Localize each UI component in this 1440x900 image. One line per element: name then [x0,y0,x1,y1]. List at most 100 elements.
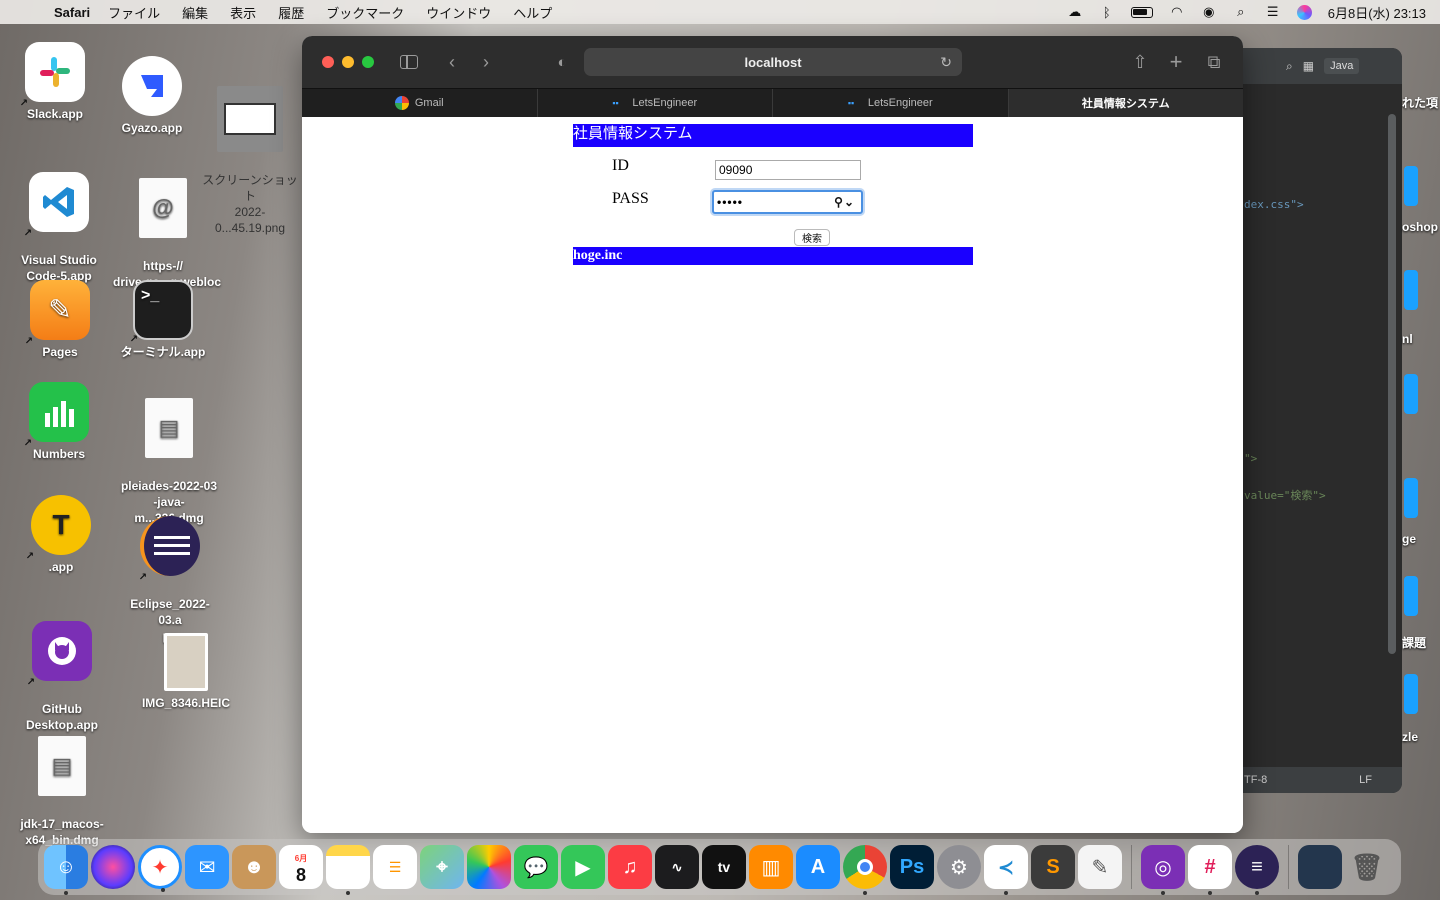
desktop-icon-screenshot[interactable]: スクリーンショット 2022-0...45.19.png [200,70,300,236]
github-desktop-icon[interactable]: ◎ [1141,845,1185,895]
tab-gmail[interactable]: Gmail [302,89,538,117]
chrome-icon[interactable] [843,845,887,895]
apple-tv-icon[interactable]: tv [702,845,746,889]
safari-toolbar: ‹ › ◐ localhost ↻ ⇧ + ⧉ [302,36,1243,88]
desktop-icon-vscode[interactable]: ↗ Visual Studio Code-5.app [9,156,109,284]
reload-icon[interactable]: ↻ [940,54,952,71]
control-center-icon[interactable]: ☰ [1265,4,1281,19]
share-button[interactable]: ⇧ [1128,50,1152,74]
sidebar-toggle-button[interactable] [397,50,421,74]
desktop-icon-numbers[interactable]: ↗ Numbers [9,382,109,462]
folder-icon[interactable] [1404,576,1418,616]
finder-icon[interactable]: ☺ [44,845,88,895]
desktop-icon-pages[interactable]: ✎ ↗ Pages [10,280,110,360]
textedit-icon[interactable]: ✎ [1078,845,1122,889]
editor-status-bar: TF-8 LF [1236,767,1402,793]
folder-icon[interactable] [1404,478,1418,518]
letsengineer-icon: ▪▪ [847,98,855,108]
desktop-icon-jdk-dmg[interactable]: ▤ jdk-17_macos- x64_bin.dmg [12,720,112,848]
sublime-text-icon[interactable]: S [1031,845,1075,889]
creative-cloud-icon[interactable]: ☁ [1067,4,1083,19]
trash-icon[interactable]: 🗑 [1345,845,1389,889]
photos-icon[interactable] [467,845,511,889]
photoshop-icon[interactable]: Ps [890,845,934,889]
tab-employee-system[interactable]: 社員情報システム [1008,89,1243,117]
battery-icon[interactable] [1130,6,1153,18]
forward-button[interactable]: › [474,50,498,74]
app-store-icon[interactable]: A [796,845,840,889]
wifi-icon[interactable]: ◠ [1169,4,1185,19]
desktop-icon-label: Pages [42,345,78,359]
reminders-icon[interactable]: ☰ [373,845,417,889]
slack-icon[interactable]: # [1188,845,1232,895]
search-icon[interactable]: ⌕ [1286,59,1293,74]
menu-history[interactable]: 履歴 [278,3,304,22]
desktop-icon-slack[interactable]: ↗ Slack.app [5,42,105,122]
contacts-icon[interactable]: ☻ [232,845,276,889]
folder-icon[interactable] [1404,270,1418,310]
folder-icon[interactable] [1404,166,1418,206]
tab-overview-button[interactable]: ⧉ [1202,50,1226,74]
minimize-window-button[interactable] [342,56,354,68]
tab-letsengineer-2[interactable]: ▪▪ LetsEngineer [773,89,1009,117]
privacy-shield-icon[interactable]: ◐ [550,50,574,74]
desktop-icon-eclipse[interactable]: ↗ Eclipse_2022-03.a pp [120,500,220,644]
app-menu[interactable]: Safari [54,5,90,20]
address-bar[interactable]: localhost ↻ [584,48,962,76]
siri-icon[interactable] [1296,4,1312,20]
image-file-icon [164,633,208,691]
terminal-icon: >_ ↗ [130,280,193,345]
facetime-icon[interactable]: ▶ [561,845,605,889]
mail-icon[interactable]: ✉ [185,845,229,889]
vscode-icon[interactable]: ≺ [984,845,1028,895]
new-tab-button[interactable]: + [1164,49,1188,74]
perspective-badge[interactable]: Java [1324,58,1360,74]
notes-icon[interactable] [326,845,370,895]
desktop-icon-heic[interactable]: IMG_8346.HEIC [136,633,236,711]
safari-icon[interactable]: ✦ [138,845,182,892]
editor-scrollbar[interactable] [1388,114,1396,654]
music-icon[interactable]: ♫ [608,845,652,889]
folder-icon[interactable] [1404,674,1418,714]
tab-letsengineer-1[interactable]: ▪▪ LetsEngineer [538,89,773,117]
user-icon[interactable]: ◉ [1201,4,1217,19]
background-editor-window[interactable]: ⌕ ▦ Java dex.css"> "> value="検索"> TF-8 L… [1236,48,1402,793]
calendar-icon[interactable]: 6月 8 [279,845,323,889]
clock[interactable]: 6月8日(水) 23:13 [1328,3,1426,22]
tab-label: LetsEngineer [867,97,933,109]
menu-file[interactable]: ファイル [108,3,160,22]
close-window-button[interactable] [322,56,334,68]
siri-icon[interactable] [91,845,135,889]
system-preferences-icon[interactable]: ⚙ [937,845,981,889]
search-icon[interactable]: ⌕ [1233,4,1249,19]
screenshot-thumbnail-icon[interactable] [1298,845,1342,889]
maps-icon[interactable]: ⌖ [420,845,464,889]
desktop-icon-label: IMG_8346.HEIC [141,696,231,710]
desktop-icon-terminal[interactable]: >_ ↗ ターミナル.app [113,280,213,360]
stocks-icon[interactable]: ∿ [655,845,699,889]
safari-window[interactable]: ‹ › ◐ localhost ↻ ⇧ + ⧉ Gmail ▪▪ LetsEng… [302,36,1243,833]
menu-edit[interactable]: 編集 [182,3,208,22]
bluetooth-icon[interactable]: ᛒ [1099,5,1115,20]
password-key-icon[interactable]: ⚲⌄ [834,195,855,209]
search-button[interactable]: 検索 [794,229,830,246]
layout-icon[interactable]: ▦ [1303,59,1314,73]
desktop-icon-label: .app [48,560,74,574]
back-button[interactable]: ‹ [440,50,464,74]
menu-bookmarks[interactable]: ブックマーク [326,3,404,22]
menu-view[interactable]: 表示 [230,3,256,22]
messages-icon[interactable]: 💬 [514,845,558,889]
desktop-icon-gyazo[interactable]: Gyazo.app [102,56,202,136]
pass-label: PASS [612,190,649,207]
password-field[interactable]: ••••• ⚲⌄ [712,190,863,214]
id-field[interactable]: 09090 [715,160,861,180]
desktop-icon-text-app[interactable]: T ↗ .app [11,495,111,575]
zoom-window-button[interactable] [362,56,374,68]
menu-help[interactable]: ヘルプ [513,3,552,22]
folder-icon[interactable] [1404,374,1418,414]
desktop-icon-webloc[interactable]: @ https-// drive.go...g.webloc [113,162,221,290]
menu-window[interactable]: ウインドウ [426,3,491,22]
desktop-icon-github[interactable]: ↗ GitHub Desktop.app [12,605,112,733]
books-icon[interactable]: ▥ [749,845,793,889]
eclipse-icon[interactable]: ≡ [1235,845,1279,895]
